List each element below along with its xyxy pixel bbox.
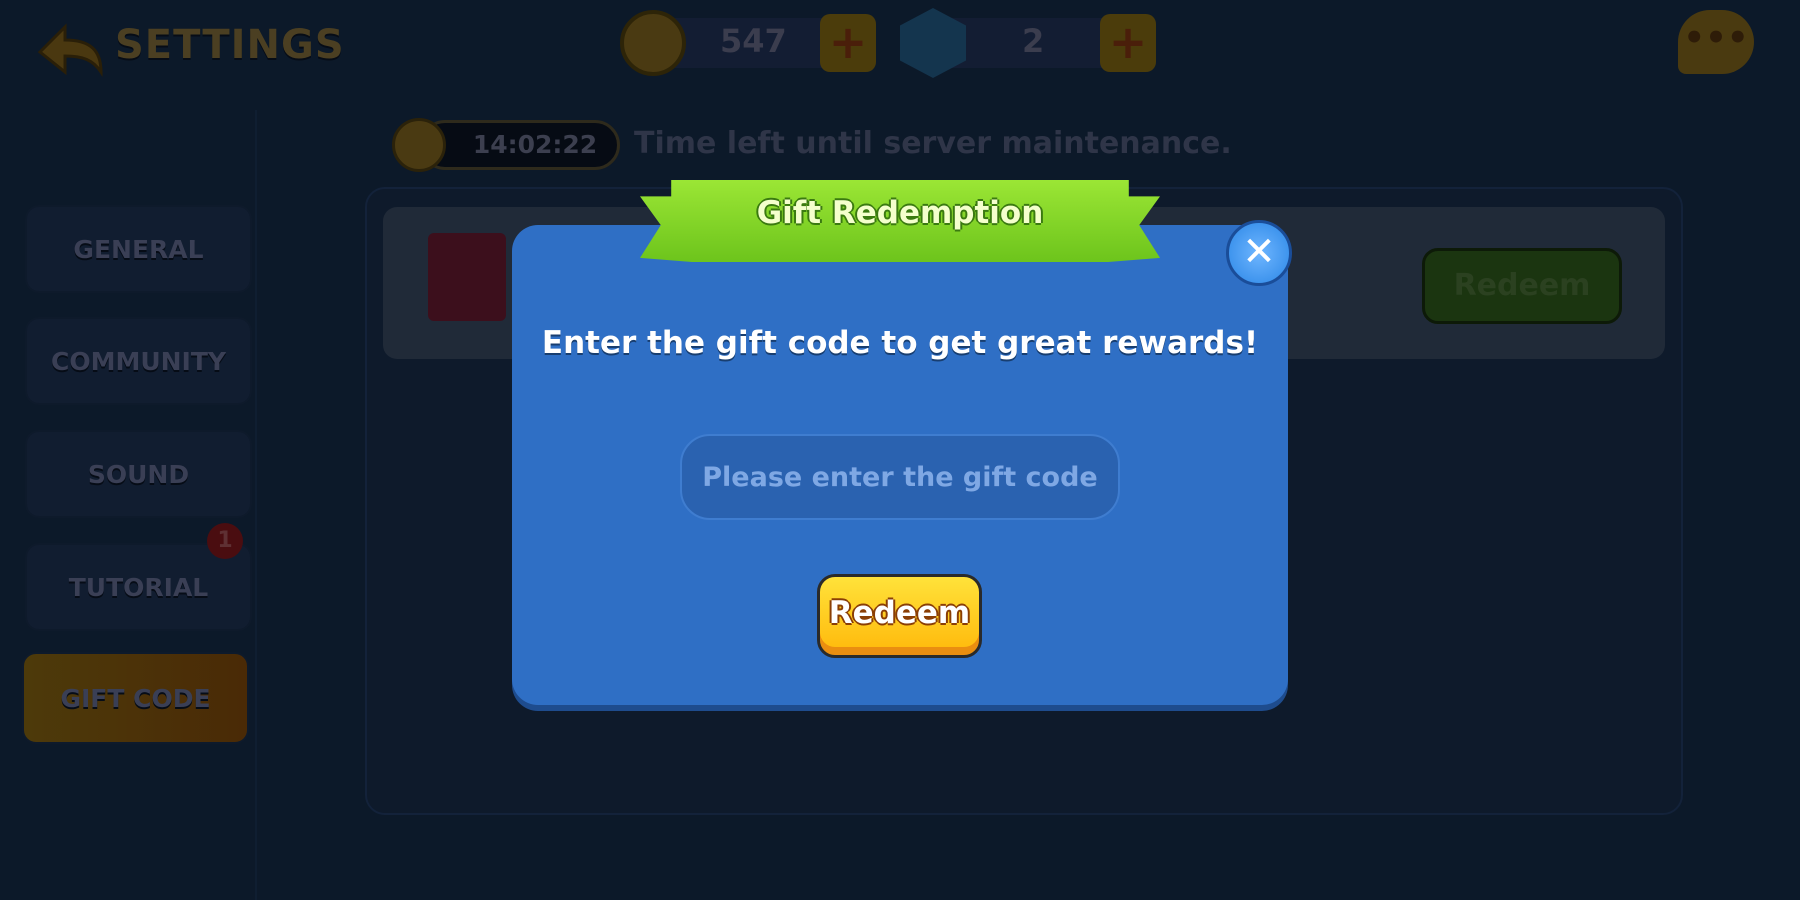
- gift-code-input[interactable]: [680, 434, 1120, 520]
- clock-icon: [392, 118, 446, 172]
- back-arrow-icon[interactable]: [35, 22, 105, 77]
- dialog-title-ribbon: Gift Redemption: [640, 180, 1160, 262]
- dialog-prompt: Enter the gift code to get great rewards…: [541, 325, 1259, 361]
- coin-icon: [620, 10, 686, 76]
- add-coins-button[interactable]: +: [820, 14, 876, 72]
- maintenance-timer: 14:02:22: [420, 120, 620, 170]
- sidebar-item-general[interactable]: GENERAL: [25, 205, 252, 293]
- coin-count: 547: [720, 22, 787, 60]
- add-gems-button[interactable]: +: [1100, 14, 1156, 72]
- maintenance-text: Time left until server maintenance.: [634, 126, 1232, 161]
- notification-badge: 1: [207, 523, 243, 559]
- dialog-title: Gift Redemption: [756, 195, 1044, 231]
- gift-box-icon: [428, 233, 506, 321]
- sidebar-item-sound[interactable]: SOUND: [25, 430, 252, 518]
- close-icon[interactable]: ✕: [1226, 220, 1292, 286]
- sidebar-divider: [255, 110, 257, 900]
- page-title: SETTINGS: [115, 22, 345, 68]
- chat-icon[interactable]: •••: [1678, 10, 1754, 74]
- gem-count: 2: [1022, 22, 1045, 60]
- sidebar-item-gift-code[interactable]: GIFT CODE: [22, 652, 249, 744]
- sidebar-item-community[interactable]: COMMUNITY: [25, 317, 252, 405]
- card-redeem-button[interactable]: Redeem: [1422, 248, 1622, 324]
- redeem-button[interactable]: Redeem: [817, 574, 982, 658]
